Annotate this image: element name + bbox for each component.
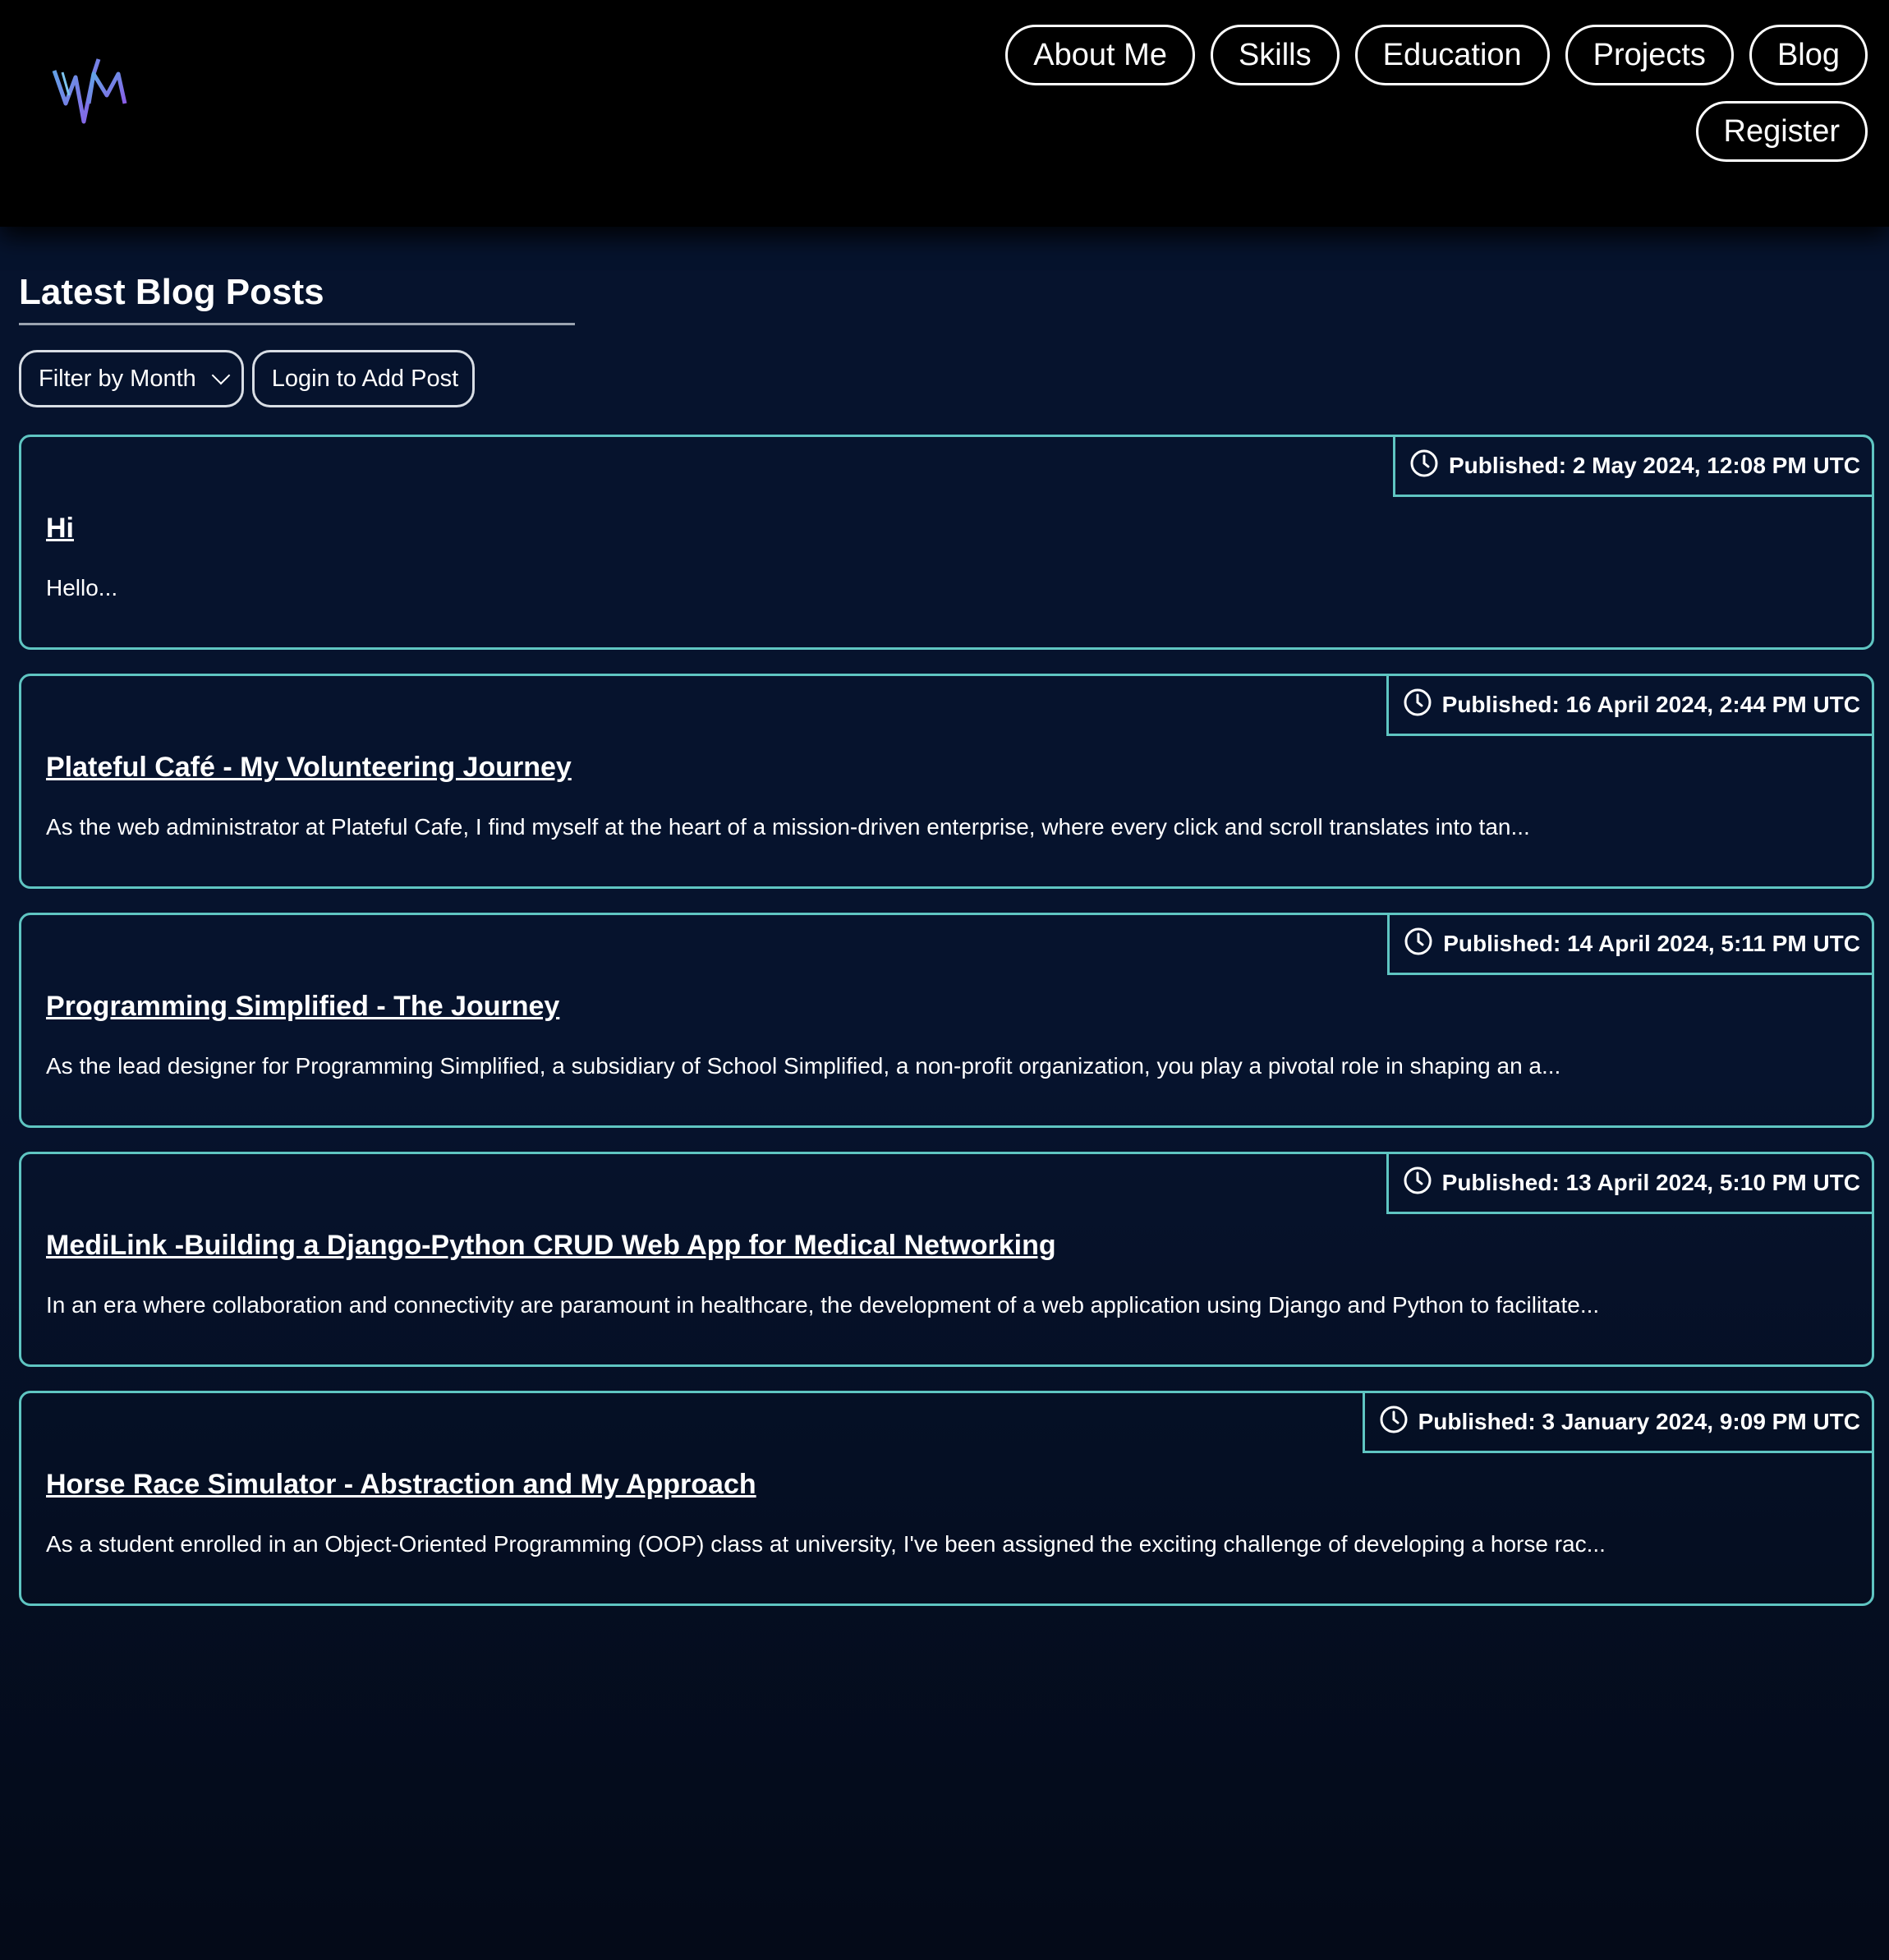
post-title-link[interactable]: Programming Simplified - The Journey [46,991,559,1023]
post-excerpt: As the web administrator at Plateful Caf… [46,813,1530,840]
vm-logo[interactable] [51,53,128,127]
clock-icon [1404,1166,1432,1194]
login-to-add-post-label: Login to Add Post [271,365,459,392]
post-excerpt: As the lead designer for Programming Sim… [46,1052,1561,1079]
nav-about-me-button[interactable]: About Me [1005,25,1195,85]
published-badge: Published: 13 April 2024, 5:10 PM UTC [1386,1151,1874,1214]
published-date: Published: 16 April 2024, 2:44 PM UTC [1441,691,1860,717]
post-title-link[interactable]: MediLink -Building a Django-Python CRUD … [46,1230,1056,1262]
published-badge: Published: 3 January 2024, 9:09 PM UTC [1362,1390,1874,1453]
clock-icon [1410,449,1438,477]
login-to-add-post-button[interactable]: Login to Add Post [251,349,476,407]
clock-icon [1404,688,1432,716]
filter-by-month-label: Filter by Month [39,365,196,392]
published-date: Published: 3 January 2024, 9:09 PM UTC [1418,1408,1860,1434]
published-badge: Published: 2 May 2024, 12:08 PM UTC [1392,434,1874,497]
main-content: Latest Blog Posts Filter by Month Login … [19,271,1874,1630]
blog-controls: Filter by Month Login to Add Post [19,349,1874,407]
post-card: Published: 14 April 2024, 5:11 PM UTC Pr… [19,912,1874,1128]
site-header: About Me Skills Education Projects Blog … [0,0,1889,227]
post-title-link[interactable]: Hi [46,513,74,545]
post-card: Published: 2 May 2024, 12:08 PM UTC Hi H… [19,434,1874,650]
post-excerpt: In an era where collaboration and connec… [46,1291,1600,1318]
clock-icon [1380,1406,1408,1433]
published-date: Published: 13 April 2024, 5:10 PM UTC [1441,1169,1860,1195]
post-title-link[interactable]: Plateful Café - My Volunteering Journey [46,752,572,784]
post-card: Published: 13 April 2024, 5:10 PM UTC Me… [19,1151,1874,1367]
post-excerpt: Hello... [46,574,118,600]
clock-icon [1404,927,1432,955]
post-card: Published: 3 January 2024, 9:09 PM UTC H… [19,1390,1874,1606]
nav-education-button[interactable]: Education [1354,25,1550,85]
nav-skills-button[interactable]: Skills [1210,25,1340,85]
main-nav: About Me Skills Education Projects Blog … [948,25,1868,162]
post-list: Published: 2 May 2024, 12:08 PM UTC Hi H… [19,434,1874,1606]
chevron-down-icon [211,366,231,385]
nav-blog-button[interactable]: Blog [1749,25,1868,85]
post-excerpt: As a student enrolled in an Object-Orien… [46,1530,1606,1557]
filter-by-month-select[interactable]: Filter by Month [19,349,244,407]
published-date: Published: 14 April 2024, 5:11 PM UTC [1443,930,1860,956]
nav-register-button[interactable]: Register [1695,101,1868,162]
nav-projects-button[interactable]: Projects [1565,25,1734,85]
post-card: Published: 16 April 2024, 2:44 PM UTC Pl… [19,673,1874,889]
post-title-link[interactable]: Horse Race Simulator - Abstraction and M… [46,1469,756,1501]
published-badge: Published: 14 April 2024, 5:11 PM UTC [1387,912,1874,975]
page-title: Latest Blog Posts [19,271,575,325]
published-badge: Published: 16 April 2024, 2:44 PM UTC [1386,673,1874,736]
published-date: Published: 2 May 2024, 12:08 PM UTC [1448,452,1860,478]
